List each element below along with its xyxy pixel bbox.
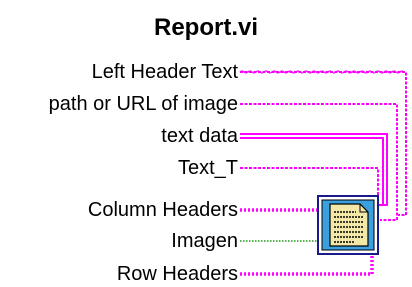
wire-left-header-text[interactable] [239,70,407,216]
wire-text-data[interactable] [240,133,388,206]
wire-row-headers[interactable] [240,252,374,276]
block-diagram: Report.vi Left Header Text path or URL o… [0,0,412,287]
report-document-icon[interactable] [317,195,379,255]
wiring [239,70,407,276]
